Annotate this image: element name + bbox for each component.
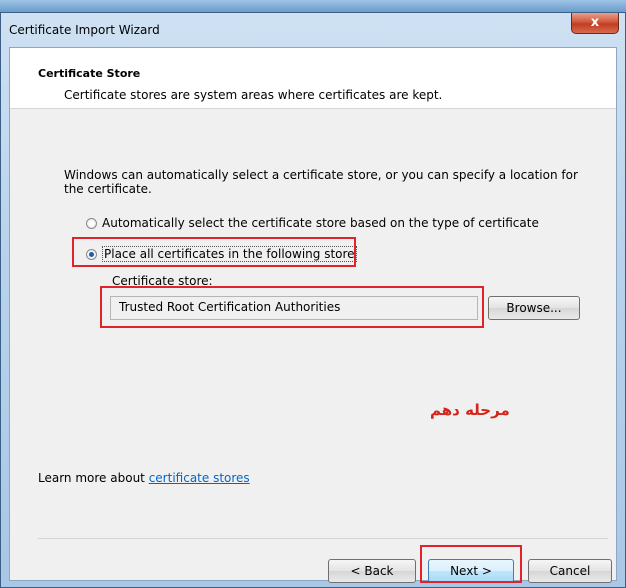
browse-button[interactable]: Browse... xyxy=(488,296,580,320)
wizard-header: Certificate Store Certificate stores are… xyxy=(10,48,616,109)
back-button[interactable]: < Back xyxy=(328,559,416,583)
radio-auto-icon[interactable] xyxy=(86,217,97,229)
highlight-radio-box xyxy=(72,237,356,267)
close-button[interactable]: x xyxy=(571,13,619,34)
title-bar[interactable]: Certificate Import Wizard x xyxy=(1,13,625,47)
certificate-stores-link[interactable]: certificate stores xyxy=(149,471,250,485)
wizard-client-area: Certificate Store Certificate stores are… xyxy=(9,47,617,583)
footer-separator xyxy=(38,538,608,539)
page-subtitle: Certificate stores are system areas wher… xyxy=(64,88,443,102)
close-icon: x xyxy=(590,15,600,30)
wizard-window: Certificate Import Wizard x Certificate … xyxy=(0,12,626,588)
window-title: Certificate Import Wizard xyxy=(9,23,160,37)
page-title: Certificate Store xyxy=(38,67,141,80)
highlight-next-box xyxy=(420,545,522,583)
cancel-button[interactable]: Cancel xyxy=(528,559,612,583)
radio-auto-label: Automatically select the certificate sto… xyxy=(102,216,539,230)
learn-more-prefix: Learn more about xyxy=(38,471,149,485)
annotation-text: مرحله دهم xyxy=(430,401,510,419)
highlight-store-box xyxy=(100,286,484,328)
learn-more: Learn more about certificate stores xyxy=(38,471,250,485)
description-text: Windows can automatically select a certi… xyxy=(64,168,578,196)
radio-auto-select[interactable]: Automatically select the certificate sto… xyxy=(86,216,539,230)
